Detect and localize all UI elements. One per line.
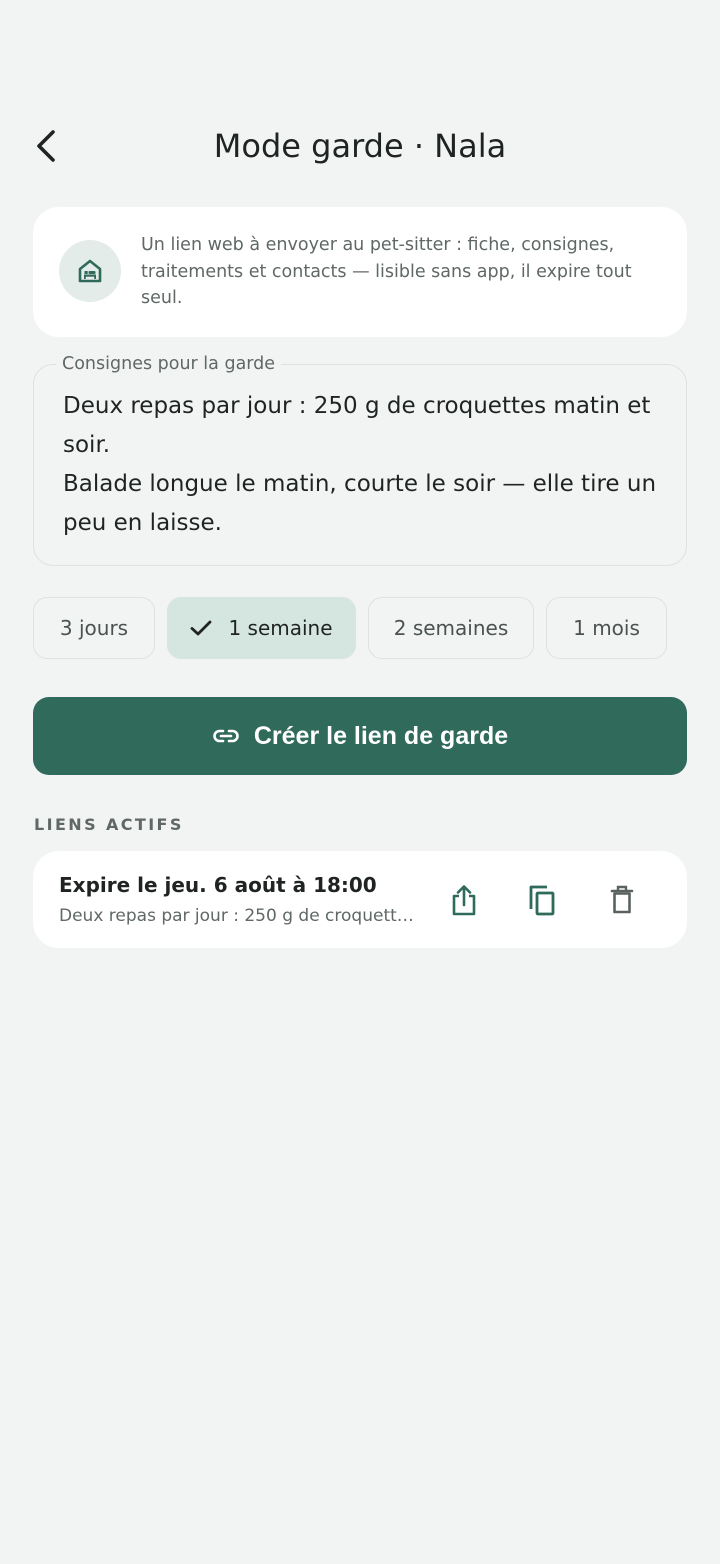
duration-chip-1-week[interactable]: 1 semaine bbox=[167, 597, 356, 659]
duration-chip-3-days[interactable]: 3 jours bbox=[33, 597, 155, 659]
create-link-label: Créer le lien de garde bbox=[253, 721, 509, 750]
delete-icon bbox=[610, 885, 634, 914]
duration-chip-1-month[interactable]: 1 mois bbox=[546, 597, 667, 659]
link-summary: Deux repas par jour : 250 g de croquette… bbox=[59, 906, 419, 926]
check-icon bbox=[190, 619, 212, 637]
instructions-label: Consignes pour la garde bbox=[56, 352, 282, 376]
delete-button[interactable] bbox=[597, 875, 647, 925]
link-icon bbox=[213, 729, 239, 743]
copy-icon bbox=[529, 885, 555, 916]
chip-label: 1 mois bbox=[573, 616, 640, 640]
share-button[interactable] bbox=[439, 875, 489, 925]
active-link-item[interactable]: Expire le jeu. 6 août à 18:00 Deux repas… bbox=[33, 851, 687, 948]
copy-button[interactable] bbox=[517, 875, 567, 925]
chip-label: 1 semaine bbox=[228, 616, 333, 640]
chip-label: 3 jours bbox=[59, 616, 129, 640]
share-icon bbox=[452, 885, 476, 916]
info-description: Un lien web à envoyer au pet-sitter : fi… bbox=[141, 235, 632, 308]
duration-chip-2-weeks[interactable]: 2 semaines bbox=[368, 597, 534, 659]
create-link-button[interactable]: Créer le lien de garde bbox=[33, 697, 687, 775]
instructions-field[interactable]: Consignes pour la garde Deux repas par j… bbox=[33, 352, 687, 566]
house-bed-icon bbox=[59, 240, 121, 302]
chip-label: 2 semaines bbox=[393, 616, 509, 640]
top-app-bar: Mode garde · Nala bbox=[0, 110, 720, 182]
instructions-value[interactable]: Deux repas par jour : 250 g de croquette… bbox=[63, 387, 662, 543]
page-title: Mode garde · Nala bbox=[213, 127, 507, 165]
info-card: Un lien web à envoyer au pet-sitter : fi… bbox=[33, 207, 687, 337]
link-expiry: Expire le jeu. 6 août à 18:00 bbox=[59, 873, 377, 897]
active-links-heading: LIENS ACTIFS bbox=[34, 815, 184, 834]
